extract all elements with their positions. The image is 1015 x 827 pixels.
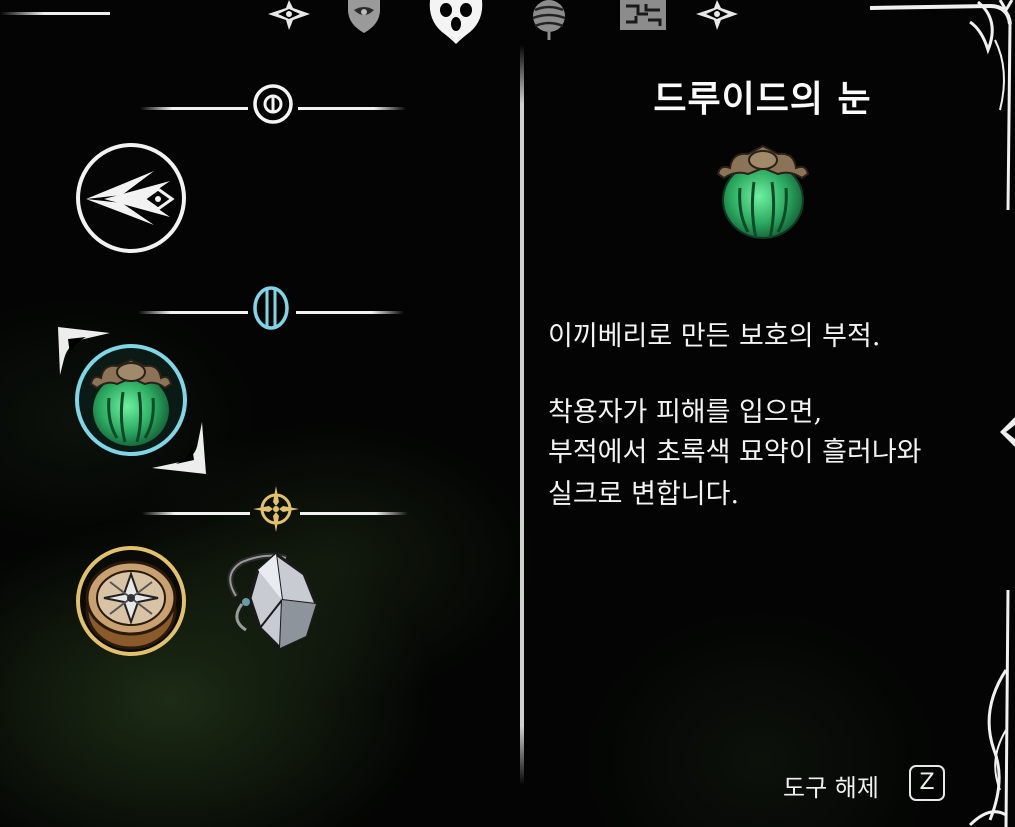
section-line-right <box>296 311 404 314</box>
druid-eye-icon <box>75 344 187 456</box>
silk-spear-icon <box>76 143 186 253</box>
compass-tool-slot[interactable] <box>74 544 188 658</box>
frame-diamond-ornament <box>1000 417 1015 447</box>
item-description-line: 이끼베리로 만든 보호의 부적. <box>548 321 881 352</box>
item-title: 드루이드의 눈 <box>653 79 872 120</box>
item-description-line: 착용자가 피해를 입으면, <box>548 397 823 428</box>
diamond-sigil-icon <box>696 0 738 30</box>
item-description-line: 부적에서 초록색 묘약이 흘러나와 <box>548 437 922 468</box>
tab-mask[interactable] <box>344 0 384 36</box>
tab-map[interactable] <box>618 0 668 34</box>
shard-pendant-tool-slot[interactable] <box>216 544 324 656</box>
tab-globe[interactable] <box>527 0 571 42</box>
druid-eye-icon <box>716 144 810 239</box>
blue-rune-icon <box>253 286 289 330</box>
item-description-line: 실크로 변합니다. <box>548 479 740 510</box>
globe-icon <box>532 0 566 40</box>
tab-diamond-right[interactable] <box>694 0 740 34</box>
gold-compass-icon <box>253 486 299 532</box>
unequip-label: 도구 해제 <box>783 774 879 802</box>
section-line-left <box>142 512 250 515</box>
frame-ornament-bottom-right <box>968 590 1010 827</box>
unequip-key-button[interactable]: Z <box>909 765 945 801</box>
section-line-left <box>140 107 248 110</box>
item-detail-image <box>716 138 810 242</box>
circle-rune-icon <box>253 84 293 124</box>
section-line-right <box>300 512 408 515</box>
section-line-left <box>138 311 248 314</box>
tab-tools[interactable] <box>426 0 486 46</box>
skull-crest-icon <box>429 0 483 44</box>
compass-icon <box>76 546 186 656</box>
diamond-sigil-icon <box>268 0 310 30</box>
inventory-screen: 드루이드의 눈 이끼베리로 만든 보호의 부적. 착용자가 피해를 입으면, 부… <box>0 0 1015 827</box>
tab-diamond-left[interactable] <box>266 0 312 34</box>
map-icon <box>620 0 666 30</box>
section-line-right <box>298 107 406 110</box>
shard-pendant-icon <box>227 552 318 650</box>
mask-icon <box>348 0 380 33</box>
druid-eye-tool-slot[interactable] <box>73 342 189 458</box>
silk-spear-skill-slot[interactable] <box>74 141 188 255</box>
panel-divider <box>520 45 524 785</box>
